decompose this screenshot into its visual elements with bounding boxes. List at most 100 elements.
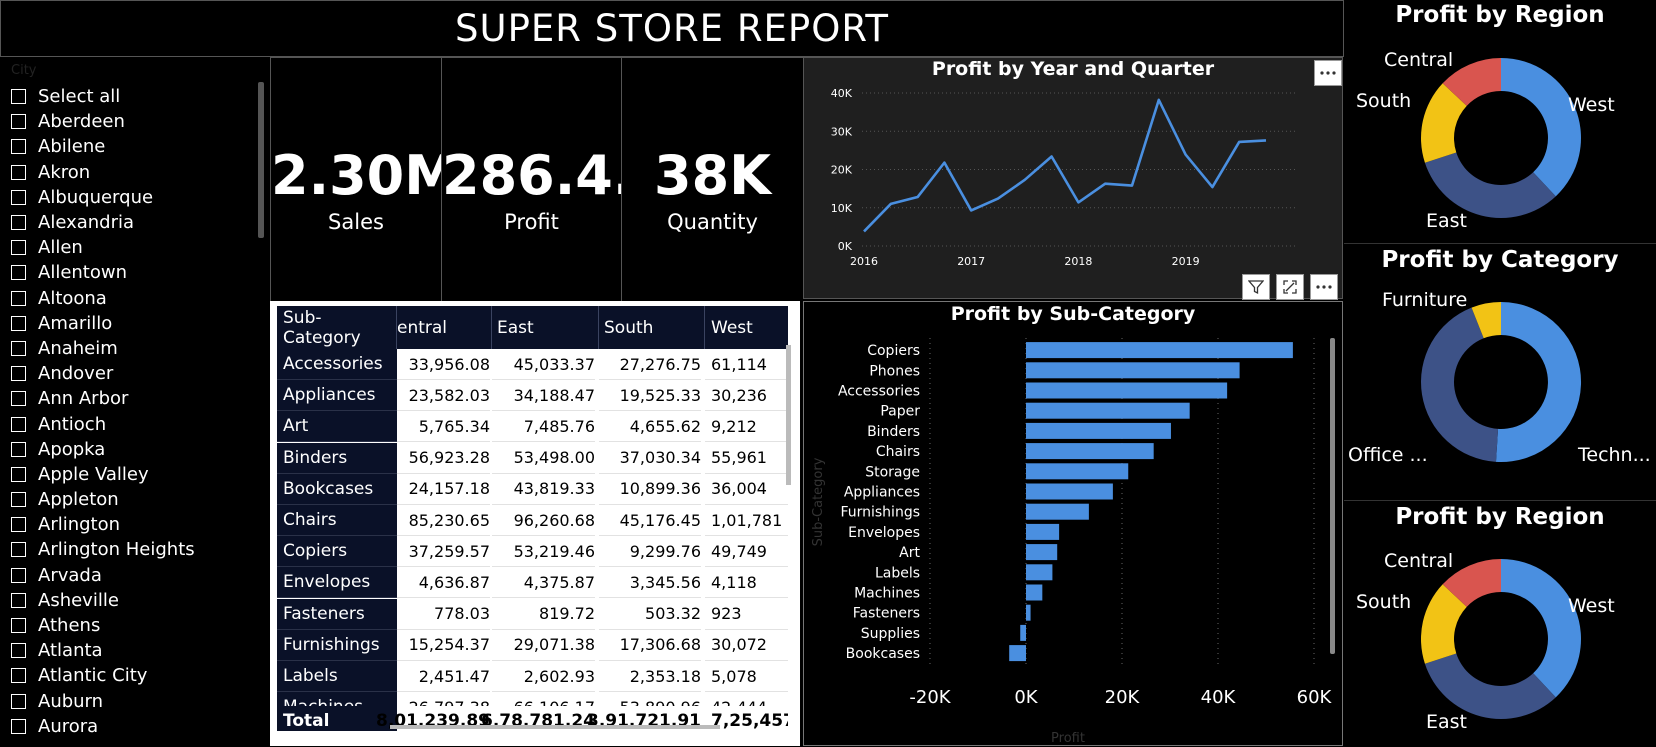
table-row[interactable]: Accessories 33,956.08 45,033.37 27,276.75 61… (277, 349, 788, 380)
bar[interactable] (1026, 362, 1240, 379)
header-south[interactable]: South (599, 306, 705, 349)
slicer-item[interactable]: Atlantic City (11, 663, 261, 688)
checkbox[interactable] (11, 693, 26, 709)
region-matrix[interactable]: Sub-Category entral East South West Acce… (277, 306, 788, 731)
slicer-item[interactable]: Allen (11, 235, 261, 260)
bar-chart-scrollbar[interactable] (1330, 338, 1335, 654)
checkbox[interactable] (11, 366, 26, 382)
line-point[interactable] (888, 201, 894, 207)
header-central[interactable]: entral (397, 306, 492, 349)
table-row[interactable]: Copiers 37,259.57 53,219.46 9,299.76 49,749 (277, 536, 788, 568)
profit-by-sub-category-panel[interactable]: Profit by Sub-Category -20K 0K 20K 40K 60K Co… (803, 274, 1343, 746)
bar[interactable] (1026, 382, 1228, 399)
slicer-item[interactable]: Abilene (11, 134, 261, 159)
checkbox[interactable] (11, 416, 26, 432)
donut-slice[interactable] (1424, 653, 1556, 719)
slicer-item[interactable]: Auburn (11, 689, 261, 714)
checkbox[interactable] (11, 114, 26, 130)
checkbox[interactable] (11, 618, 26, 634)
checkbox[interactable] (11, 643, 26, 659)
slicer-scrollbar[interactable] (258, 82, 264, 238)
table-row[interactable]: Furnishings 15,254.37 29,071.38 17,306.68 30… (277, 629, 788, 661)
line-point[interactable] (1102, 181, 1108, 187)
header-sub-category[interactable]: Sub-Category (277, 306, 397, 349)
donut-slice[interactable] (1501, 58, 1581, 197)
slicer-item[interactable]: Arlington (11, 512, 261, 537)
line-point[interactable] (995, 196, 1001, 202)
slicer-item[interactable]: Akron (11, 160, 261, 185)
table-row[interactable]: Chairs 85,230.65 96,260.68 45,176.45 1,01,78… (277, 505, 788, 536)
donut-slice[interactable] (1424, 152, 1556, 218)
table-row[interactable]: Appliances 23,582.03 34,188.47 19,525.33 30,… (277, 380, 788, 412)
checkbox[interactable] (11, 391, 26, 407)
line-point[interactable] (1209, 184, 1215, 190)
slicer-item[interactable]: Antioch (11, 411, 261, 436)
slicer-item[interactable]: Apple Valley (11, 462, 261, 487)
bar-more-options-icon[interactable] (1310, 274, 1338, 300)
checkbox[interactable] (11, 668, 26, 684)
table-row[interactable]: Envelopes 4,636.87 4,375.87 3,345.56 4,118 (277, 567, 788, 599)
bar[interactable] (1026, 544, 1058, 561)
line-point[interactable] (968, 207, 974, 213)
table-vertical-scrollbar[interactable] (786, 345, 791, 485)
slicer-item[interactable]: Amarillo (11, 311, 261, 336)
slicer-item[interactable]: Atlanta (11, 638, 261, 663)
table-row[interactable]: Binders 56,923.28 53,498.00 37,030.34 55,961 (277, 442, 788, 474)
slicer-item[interactable]: Appleton (11, 487, 261, 512)
table-row[interactable]: Art 5,765.34 7,485.76 4,655.62 9,212 (277, 411, 788, 443)
line-point[interactable] (1183, 152, 1189, 158)
slicer-item[interactable]: Arvada (11, 563, 261, 588)
filter-icon[interactable] (1242, 274, 1270, 300)
slicer-item[interactable]: Altoona (11, 286, 261, 311)
bar[interactable] (1026, 503, 1089, 520)
checkbox[interactable] (11, 441, 26, 457)
checkbox[interactable] (11, 89, 26, 105)
slicer-item[interactable]: Allentown (11, 260, 261, 285)
checkbox[interactable] (11, 215, 26, 231)
bar[interactable] (1026, 402, 1190, 419)
checkbox[interactable] (11, 340, 26, 356)
bar[interactable] (1026, 422, 1171, 439)
table-row[interactable]: Fasteners 778.03 819.72 503.32 923 (277, 598, 788, 630)
checkbox[interactable] (11, 567, 26, 583)
checkbox[interactable] (11, 517, 26, 533)
slicer-item[interactable]: Select all (11, 84, 261, 109)
checkbox[interactable] (11, 718, 26, 734)
region-matrix-panel[interactable]: Sub-Category entral East South West Acce… (270, 301, 800, 746)
bar[interactable] (1026, 342, 1293, 359)
slicer-item[interactable]: Andover (11, 361, 261, 386)
bar[interactable] (1020, 624, 1026, 641)
kpi-card-profit[interactable]: 286.4... Profit (441, 57, 621, 301)
line-point[interactable] (1263, 137, 1269, 143)
kpi-card-quantity[interactable]: 38K Quantity (621, 57, 803, 301)
checkbox[interactable] (11, 189, 26, 205)
line-point[interactable] (915, 194, 921, 200)
line-point[interactable] (941, 160, 947, 166)
slicer-item[interactable]: Athens (11, 613, 261, 638)
profit-by-category-donut-panel[interactable]: Profit by Category Furniture Office ... … (1344, 243, 1656, 500)
slicer-list[interactable]: Select all Aberdeen Abilene Akron Albuquerqu… (11, 84, 261, 739)
checkbox[interactable] (11, 492, 26, 508)
checkbox[interactable] (11, 164, 26, 180)
slicer-item[interactable]: Aberdeen (11, 109, 261, 134)
bar[interactable] (1026, 523, 1060, 540)
checkbox[interactable] (11, 265, 26, 281)
city-slicer[interactable]: City Select all Aberdeen Abilene Akron Albuq… (0, 57, 270, 746)
bar[interactable] (1026, 463, 1129, 480)
profit-line[interactable] (863, 98, 1267, 233)
checkbox[interactable] (11, 592, 26, 608)
bar[interactable] (1026, 483, 1113, 500)
checkbox[interactable] (11, 542, 26, 558)
bar[interactable] (1026, 443, 1154, 460)
line-point[interactable] (1156, 97, 1162, 103)
slicer-item[interactable]: Aurora (11, 714, 261, 739)
bar[interactable] (1009, 645, 1026, 662)
checkbox[interactable] (11, 139, 26, 155)
line-point[interactable] (1236, 139, 1242, 145)
slicer-item[interactable]: Ann Arbor (11, 386, 261, 411)
slicer-item[interactable]: Apopka (11, 437, 261, 462)
table-horizontal-scrollbar[interactable] (390, 725, 720, 729)
focus-mode-icon[interactable] (1276, 274, 1304, 300)
line-point[interactable] (1049, 153, 1055, 159)
donut-slice[interactable] (1495, 302, 1582, 462)
